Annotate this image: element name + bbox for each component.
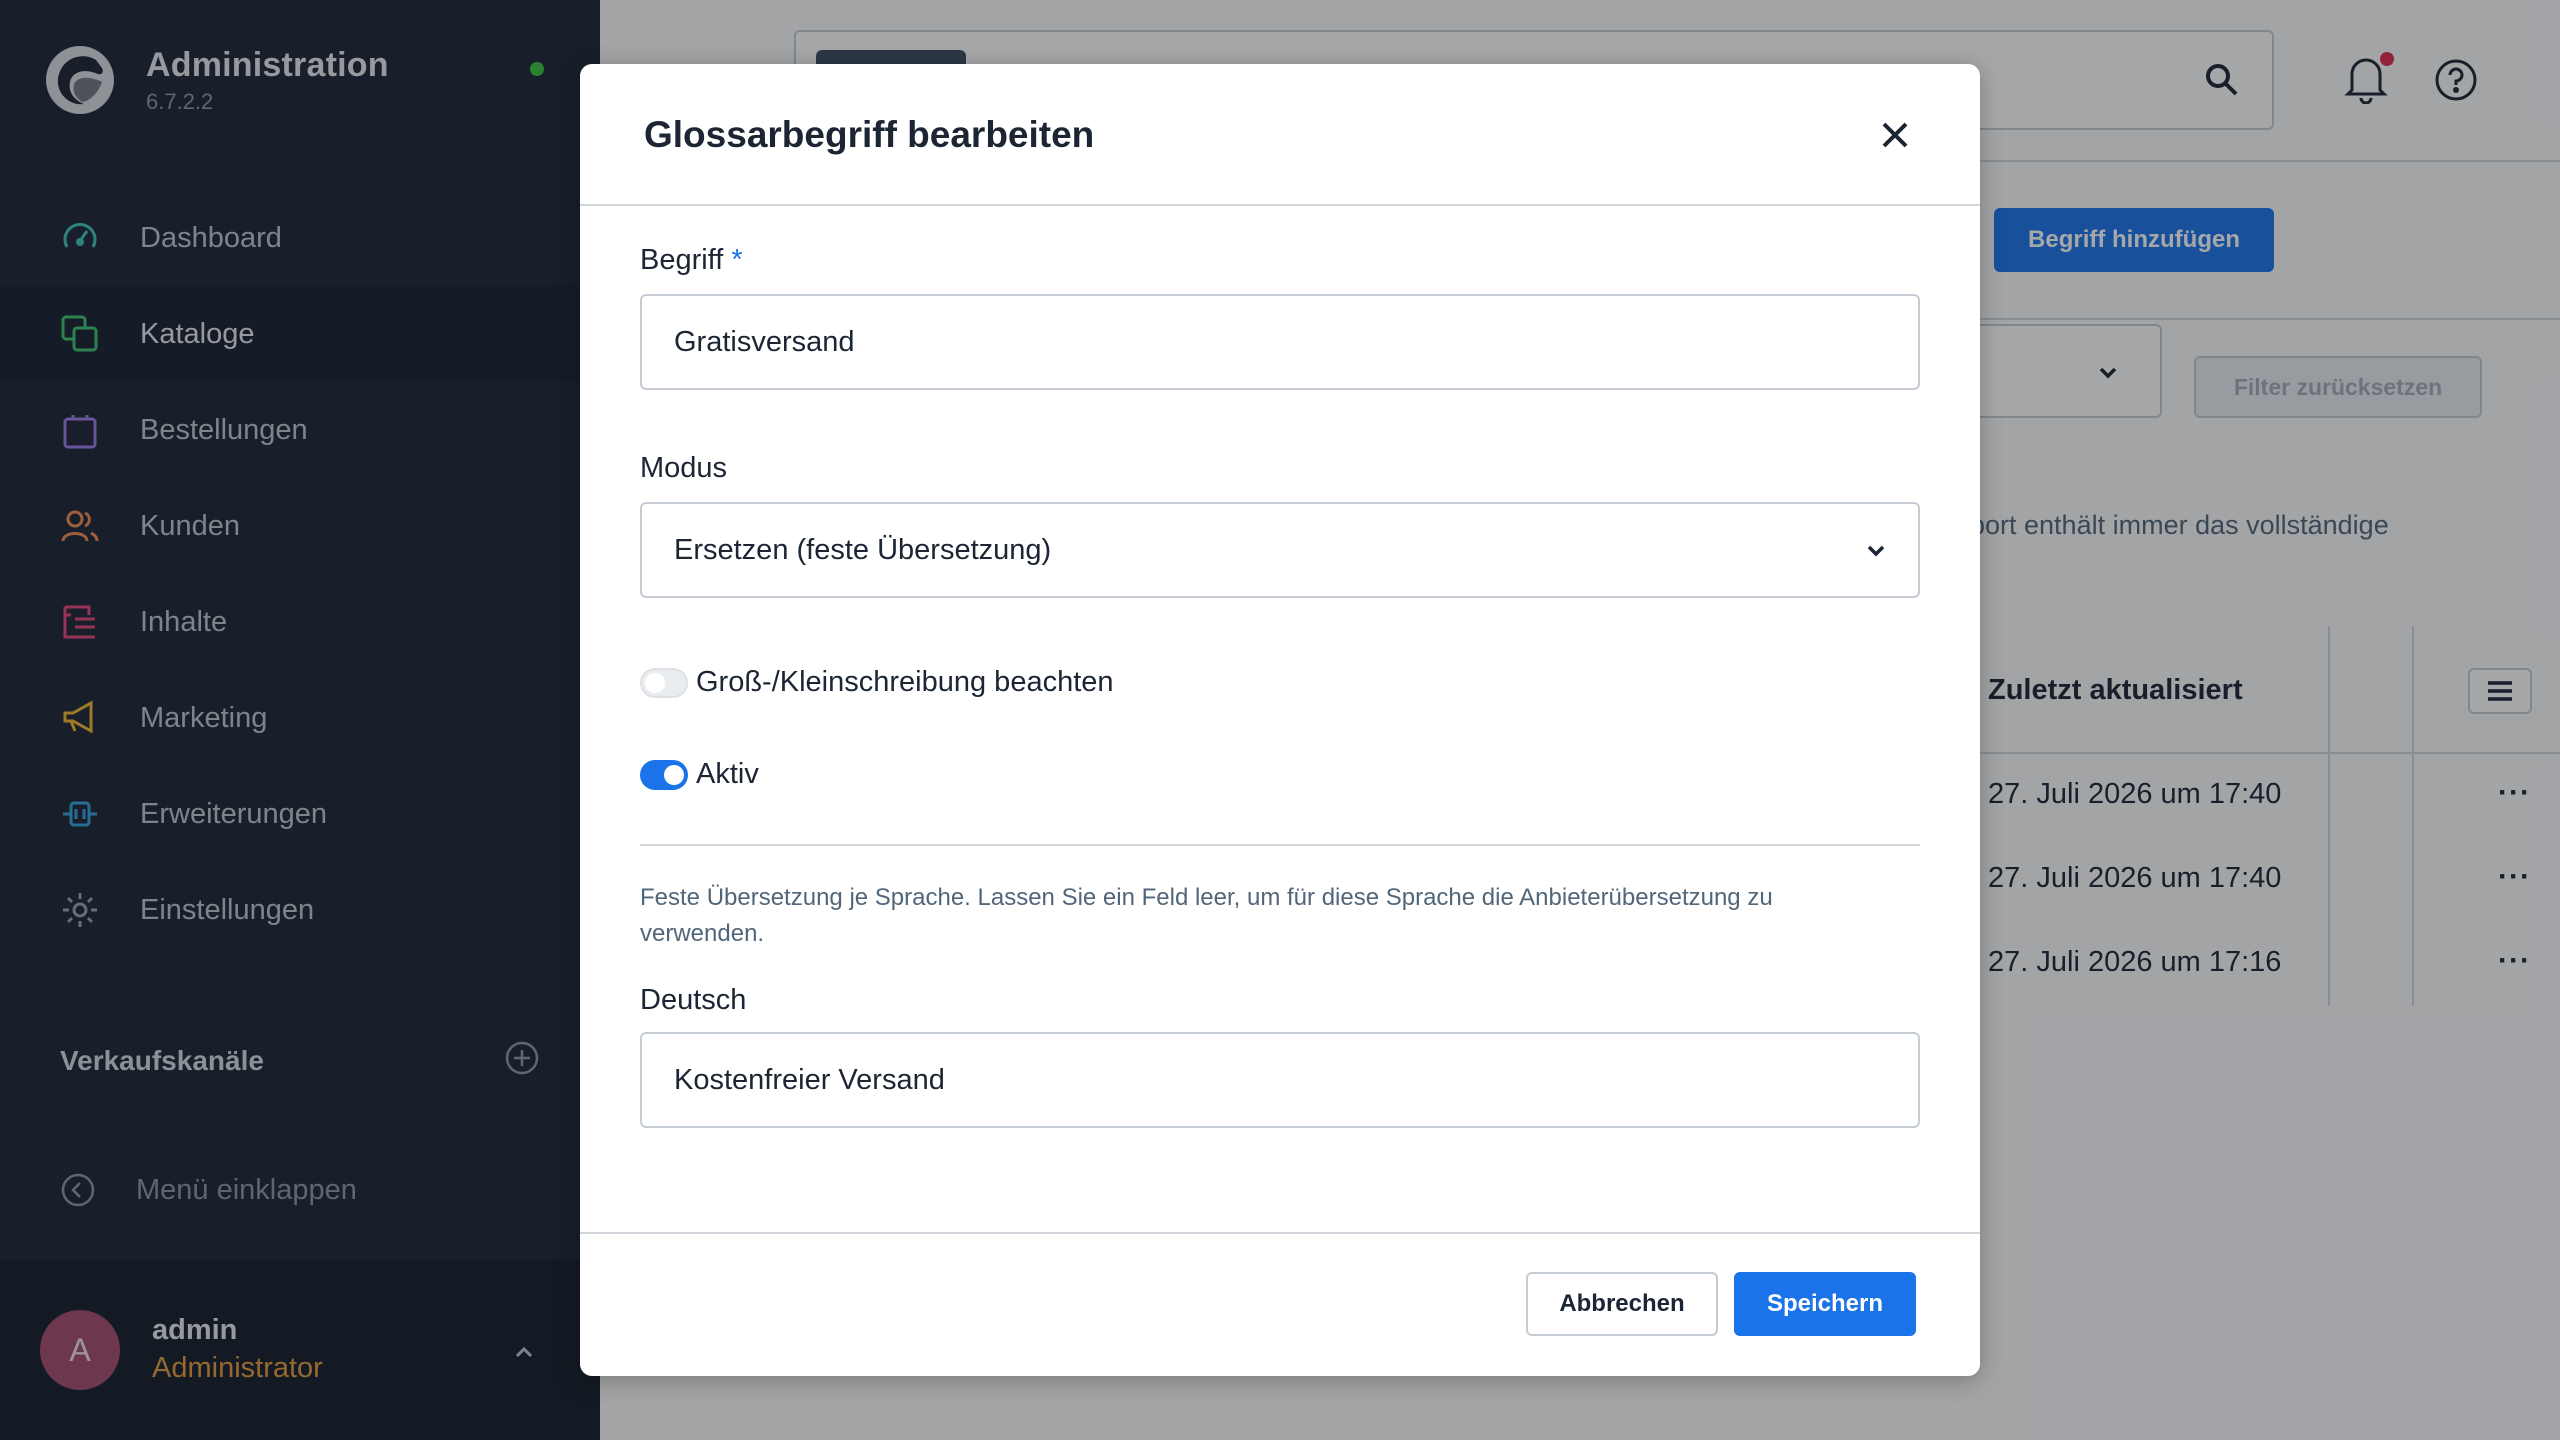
german-translation-input[interactable]	[640, 1032, 1920, 1128]
toggle-knob	[664, 764, 684, 785]
case-sensitive-toggle-row[interactable]: Groß-/Kleinschreibung beachten	[640, 666, 1114, 699]
term-label: Begriff *	[640, 244, 743, 277]
save-button[interactable]: Speichern	[1734, 1272, 1916, 1336]
mode-label: Modus	[640, 452, 728, 484]
modal-footer: Abbrechen Speichern	[580, 1232, 1980, 1376]
modal-title: Glossarbegriff bearbeiten	[644, 114, 1095, 155]
german-label: Deutsch	[640, 984, 747, 1016]
close-icon	[1882, 122, 1908, 148]
required-marker: *	[731, 244, 743, 276]
section-divider	[640, 844, 1920, 846]
active-toggle-row[interactable]: Aktiv	[640, 758, 759, 791]
edit-glossary-term-modal: Glossarbegriff bearbeiten Begriff * Modu…	[580, 64, 1980, 1376]
translation-help-text: Feste Übersetzung je Sprache. Lassen Sie…	[640, 884, 1773, 947]
term-label-text: Begriff	[640, 244, 724, 276]
chevron-down-icon	[1867, 545, 1885, 557]
cancel-button[interactable]: Abbrechen	[1526, 1272, 1718, 1336]
case-sensitive-toggle[interactable]	[640, 667, 688, 698]
mode-select-value: Ersetzen (feste Übersetzung)	[674, 534, 1052, 566]
toggle-knob	[645, 672, 665, 693]
term-input[interactable]	[640, 294, 1920, 390]
case-sensitive-label: Groß-/Kleinschreibung beachten	[696, 666, 1114, 698]
active-label: Aktiv	[696, 758, 759, 790]
modal-header: Glossarbegriff bearbeiten	[580, 64, 1980, 206]
close-button[interactable]	[1870, 110, 1920, 160]
active-toggle[interactable]	[640, 759, 688, 790]
mode-select[interactable]: Ersetzen (feste Übersetzung)	[640, 502, 1920, 598]
